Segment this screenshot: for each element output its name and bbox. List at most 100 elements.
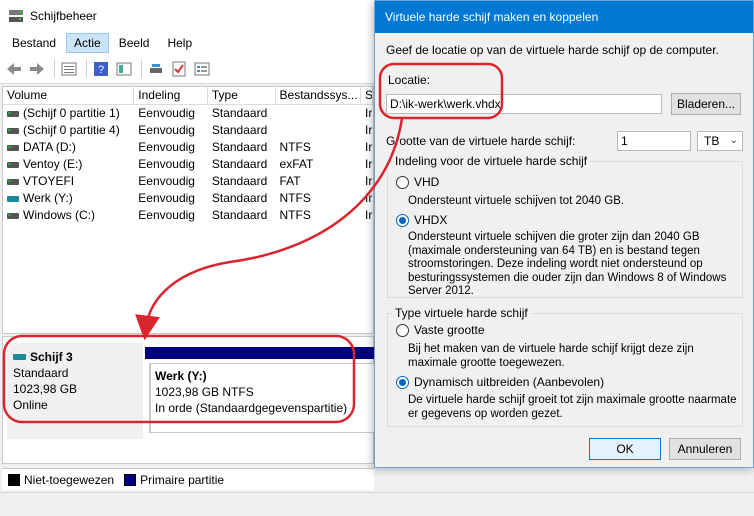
disk-info-panel[interactable]: Schijf 3 Standaard 1023,98 GB Online bbox=[7, 343, 143, 439]
volume-filesystem: exFAT bbox=[279, 157, 314, 171]
radio-circle bbox=[396, 175, 409, 189]
volume-type: Standaard bbox=[211, 157, 268, 171]
legend-unallocated: Niet-toegewezen bbox=[24, 472, 115, 487]
column-header-volume[interactable]: Volume bbox=[3, 87, 135, 104]
volume-filesystem: NTFS bbox=[279, 208, 311, 222]
volume-row[interactable]: (Schijf 0 partitie 4) Eenvoudig Standaar… bbox=[3, 122, 373, 139]
size-label: Grootte van de virtuele harde schijf: bbox=[386, 134, 576, 148]
volume-filesystem: FAT bbox=[279, 174, 301, 188]
volume-row[interactable]: Ventoy (E:) Eenvoudig Standaard exFAT Ir bbox=[3, 156, 373, 173]
primary-partition-bar bbox=[145, 347, 377, 359]
partition-block[interactable]: Werk (Y:) 1023,98 GB NTFS In orde (Stand… bbox=[149, 363, 377, 433]
help-icon[interactable]: ? bbox=[91, 59, 111, 79]
connect-disk-icon[interactable] bbox=[146, 59, 166, 79]
volume-name: Windows (C:) bbox=[23, 208, 96, 222]
volume-type: Standaard bbox=[211, 191, 268, 205]
cancel-button[interactable]: Annuleren bbox=[669, 438, 741, 460]
volume-name: DATA (D:) bbox=[23, 140, 76, 154]
volume-name: Ventoy (E:) bbox=[23, 157, 83, 171]
column-header-layout[interactable]: Indeling bbox=[134, 87, 208, 104]
format-group-title: Indeling voor de virtuele harde schijf bbox=[392, 154, 591, 168]
dialog-body: Geef de locatie op van de virtuele harde… bbox=[375, 33, 753, 467]
settings-list-icon[interactable] bbox=[192, 59, 212, 79]
radio-fixed-size[interactable]: Vaste grootte bbox=[396, 323, 485, 337]
volume-icon bbox=[7, 127, 19, 134]
toolbar-separator bbox=[86, 59, 87, 78]
disk-type: Standaard bbox=[13, 366, 69, 380]
type-group-title: Type virtuele harde schijf bbox=[392, 306, 531, 320]
radio-vhdx-label: VHDX bbox=[414, 213, 448, 227]
volume-row[interactable]: Windows (C:) Eenvoudig Standaard NTFS Ir bbox=[3, 207, 373, 224]
menu-help[interactable]: Help bbox=[159, 33, 200, 53]
dynamic-description: De virtuele harde schijf groeit tot zijn… bbox=[408, 394, 737, 420]
legend-primary: Primaire partitie bbox=[140, 472, 225, 487]
volume-layout: Eenvoudig bbox=[138, 174, 195, 188]
toolbar-separator bbox=[141, 59, 142, 78]
column-header-status[interactable]: S bbox=[361, 87, 373, 104]
disk-management-app-icon bbox=[8, 9, 24, 23]
volume-icon bbox=[7, 144, 19, 151]
radio-fixed-label: Vaste grootte bbox=[414, 323, 485, 337]
volume-layout: Eenvoudig bbox=[138, 123, 195, 137]
legend-swatch-primary bbox=[124, 473, 137, 486]
volume-layout: Eenvoudig bbox=[138, 208, 195, 222]
radio-dynamic[interactable]: Dynamisch uitbreiden (Aanbevolen) bbox=[396, 375, 604, 389]
volume-layout: Eenvoudig bbox=[138, 140, 195, 154]
dialog-title: Virtuele harde schijf maken en koppelen bbox=[375, 1, 753, 33]
menu-bestand[interactable]: Bestand bbox=[4, 33, 64, 53]
chevron-down-icon: ⌄ bbox=[729, 135, 738, 146]
radio-circle-checked bbox=[396, 213, 409, 227]
radio-vhd-label: VHD bbox=[414, 175, 440, 189]
volume-icon bbox=[7, 212, 19, 219]
radio-dynamic-label: Dynamisch uitbreiden (Aanbevolen) bbox=[414, 375, 605, 389]
volume-status: Ir bbox=[365, 123, 373, 137]
create-vhd-dialog: Virtuele harde schijf maken en koppelen … bbox=[374, 0, 754, 468]
volume-status: Ir bbox=[365, 191, 373, 205]
radio-vhd[interactable]: VHD bbox=[396, 175, 439, 189]
menu-actie[interactable]: Actie bbox=[66, 33, 109, 53]
browse-button[interactable]: Bladeren... bbox=[671, 93, 741, 115]
volume-type: Standaard bbox=[211, 174, 268, 188]
radio-circle-checked bbox=[396, 375, 409, 389]
toolbar-separator bbox=[54, 59, 55, 78]
menu-beeld[interactable]: Beeld bbox=[111, 33, 158, 53]
volume-row[interactable]: DATA (D:) Eenvoudig Standaard NTFS Ir bbox=[3, 139, 373, 156]
checklist-icon[interactable] bbox=[169, 59, 189, 79]
partition-status: In orde (Standaardgegevenspartitie) bbox=[155, 401, 348, 415]
volume-status: Ir bbox=[365, 208, 373, 222]
disk-name: Schijf 3 bbox=[30, 350, 73, 364]
fixed-description: Bij het maken van de virtuele harde schi… bbox=[408, 343, 694, 369]
size-unit-select[interactable]: TB ⌄ bbox=[697, 131, 743, 151]
location-input[interactable]: D:\ik-werk\werk.vhdx bbox=[386, 94, 662, 114]
volume-status: Ir bbox=[365, 174, 373, 188]
legend: Niet-toegewezen Primaire partitie bbox=[2, 468, 374, 490]
window-title: Schijfbeheer bbox=[30, 9, 97, 23]
volume-filesystem bbox=[276, 122, 362, 139]
column-header-type[interactable]: Type bbox=[208, 87, 276, 104]
size-unit-value: TB bbox=[704, 134, 720, 148]
partition-size: 1023,98 GB NTFS bbox=[155, 385, 254, 399]
volume-list: Volume Indeling Type Bestandssys... S (S… bbox=[2, 86, 374, 334]
column-header-filesystem[interactable]: Bestandssys... bbox=[276, 87, 362, 104]
properties-list-icon[interactable] bbox=[59, 59, 79, 79]
vhd-description: Ondersteunt virtuele schijven tot 2040 G… bbox=[408, 195, 625, 207]
back-arrow-icon[interactable] bbox=[4, 59, 24, 79]
disk-graphical-view: Schijf 3 Standaard 1023,98 GB Online Wer… bbox=[2, 336, 377, 464]
volume-status: Ir bbox=[365, 106, 373, 120]
partition-name: Werk (Y:) bbox=[155, 369, 207, 383]
forward-arrow-icon[interactable] bbox=[27, 59, 47, 79]
volume-filesystem bbox=[276, 105, 362, 122]
volume-row[interactable]: Werk (Y:) Eenvoudig Standaard NTFS Ir bbox=[3, 190, 373, 207]
volume-name: VTOYEFI bbox=[23, 174, 75, 188]
volume-status: Ir bbox=[365, 140, 373, 154]
view-panel-icon[interactable] bbox=[114, 59, 134, 79]
volume-row[interactable]: VTOYEFI Eenvoudig Standaard FAT Ir bbox=[3, 173, 373, 190]
volume-icon bbox=[7, 110, 19, 117]
ok-button[interactable]: OK bbox=[589, 438, 661, 460]
volume-row[interactable]: (Schijf 0 partitie 1) Eenvoudig Standaar… bbox=[3, 105, 373, 122]
radio-vhdx[interactable]: VHDX bbox=[396, 213, 447, 227]
virtual-disk-icon bbox=[7, 195, 19, 202]
volume-icon bbox=[7, 161, 19, 168]
size-input[interactable]: 1 bbox=[617, 131, 691, 151]
volume-filesystem: NTFS bbox=[279, 140, 311, 154]
